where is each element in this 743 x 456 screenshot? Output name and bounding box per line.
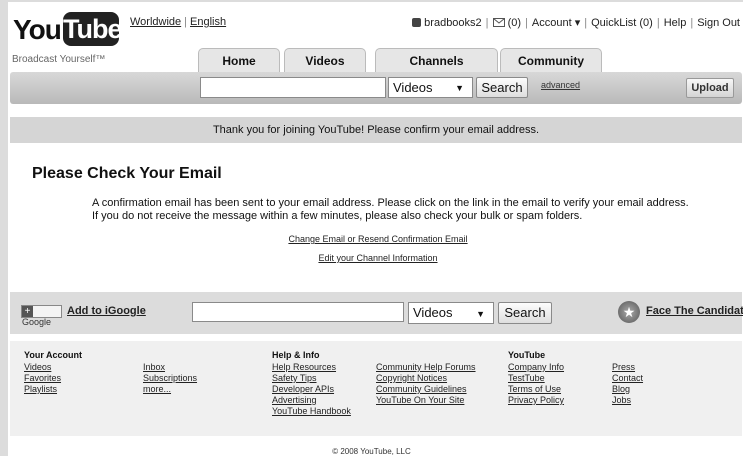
edit-channel-link-text[interactable]: Edit your Channel Information xyxy=(318,253,437,263)
footer-link-community-help-forums[interactable]: Community Help Forums xyxy=(376,362,476,373)
tab-channels[interactable]: Channels xyxy=(375,48,498,72)
resend-link-text[interactable]: Change Email or Resend Confirmation Emai… xyxy=(288,234,467,244)
search-bar: Videos ▼ Search advanced Upload xyxy=(10,72,742,104)
footer-link-favorites[interactable]: Favorites xyxy=(24,373,61,384)
bottom-search-input[interactable] xyxy=(192,302,404,322)
region-link[interactable]: Worldwide xyxy=(130,16,181,28)
footer-link-youtube-on-your-site[interactable]: YouTube On Your Site xyxy=(376,395,476,406)
footer-link-terms-of-use[interactable]: Terms of Use xyxy=(508,384,564,395)
quicklist-link[interactable]: QuickList (0) xyxy=(591,17,653,29)
mail-icon[interactable] xyxy=(492,18,505,27)
language-link[interactable]: English xyxy=(190,16,226,28)
youtube-logo[interactable]: You Tube Broadcast Yourself™ xyxy=(9,10,129,70)
footer-link-advertising[interactable]: Advertising xyxy=(272,395,351,406)
footer-help-col1: Help Resources Safety Tips Developer API… xyxy=(272,362,351,417)
footer-link-subscriptions[interactable]: Subscriptions xyxy=(143,373,197,384)
tab-community[interactable]: Community xyxy=(500,48,602,72)
resend-confirmation-link: Change Email or Resend Confirmation Emai… xyxy=(8,234,743,244)
search-scope-value: Videos xyxy=(393,80,433,95)
sign-out-link[interactable]: Sign Out xyxy=(697,17,740,29)
search-scope-select[interactable]: Videos ▼ xyxy=(388,77,473,98)
footer-link-press[interactable]: Press xyxy=(612,362,643,373)
bottom-search-scope-select[interactable]: Videos ▼ xyxy=(408,302,494,324)
footer-link-testtube[interactable]: TestTube xyxy=(508,373,564,384)
edit-channel-link: Edit your Channel Information xyxy=(8,253,743,263)
logo-tube-text: Tube xyxy=(63,12,123,46)
search-button[interactable]: Search xyxy=(476,77,528,98)
page-title: Please Check Your Email xyxy=(32,165,222,182)
footer-link-more[interactable]: more... xyxy=(143,384,197,395)
footer-link-jobs[interactable]: Jobs xyxy=(612,395,643,406)
chevron-down-icon: ▼ xyxy=(455,83,464,93)
footer-link-contact[interactable]: Contact xyxy=(612,373,643,384)
copyright-text: © 2008 YouTube, LLC xyxy=(332,447,411,456)
utility-links: bradbooks2 | (0) | Account ▾ | QuickList (0) |… xyxy=(412,16,740,29)
confirmation-notice: Thank you for joining YouTube! Please co… xyxy=(10,117,742,143)
footer-link-company-info[interactable]: Company Info xyxy=(508,362,564,373)
google-badge-text: Google xyxy=(22,317,52,327)
bottom-bar: +Google Add to iGoogle Videos ▼ Search ★ … xyxy=(10,292,743,334)
plus-icon: + xyxy=(22,306,33,317)
bottom-search-button[interactable]: Search xyxy=(498,302,552,324)
logo-you-text: You xyxy=(13,14,62,45)
footer-link-privacy-policy[interactable]: Privacy Policy xyxy=(508,395,564,406)
footer-account-col1: Videos Favorites Playlists xyxy=(24,362,61,395)
footer-link-developer-apis[interactable]: Developer APIs xyxy=(272,384,351,395)
username-link[interactable]: bradbooks2 xyxy=(424,17,482,29)
footer-heading-help-info: Help & Info xyxy=(272,350,320,360)
footer-link-community-guidelines[interactable]: Community Guidelines xyxy=(376,384,476,395)
face-the-candidates-link[interactable]: Face The Candidates xyxy=(646,305,743,317)
user-icon xyxy=(412,18,422,27)
google-badge[interactable]: +Google xyxy=(21,305,62,327)
tab-home[interactable]: Home xyxy=(198,48,280,72)
footer-youtube-col1: Company Info TestTube Terms of Use Priva… xyxy=(508,362,564,406)
logo-tagline: Broadcast Yourself™ xyxy=(12,54,106,65)
footer-link-copyright-notices[interactable]: Copyright Notices xyxy=(376,373,476,384)
upload-button[interactable]: Upload xyxy=(686,78,734,98)
footer-link-inbox[interactable]: Inbox xyxy=(143,362,197,373)
footer-heading-youtube: YouTube xyxy=(508,350,546,360)
chevron-down-icon: ▼ xyxy=(476,309,485,319)
tab-videos[interactable]: Videos xyxy=(284,48,366,72)
footer-link-youtube-handbook[interactable]: YouTube Handbook xyxy=(272,406,351,417)
footer-link-safety-tips[interactable]: Safety Tips xyxy=(272,373,351,384)
page: You Tube Broadcast Yourself™ Worldwide | E… xyxy=(8,2,743,456)
confirmation-message: A confirmation email has been sent to yo… xyxy=(92,197,689,222)
footer-link-help-resources[interactable]: Help Resources xyxy=(272,362,351,373)
footer-help-col2: Community Help Forums Copyright Notices … xyxy=(376,362,476,406)
account-menu[interactable]: Account ▾ xyxy=(532,17,580,29)
star-icon[interactable]: ★ xyxy=(618,301,640,323)
inbox-count[interactable]: (0) xyxy=(508,17,521,29)
footer: Your Account Videos Favorites Playlists … xyxy=(10,341,742,436)
footer-link-videos[interactable]: Videos xyxy=(24,362,61,373)
add-to-igoogle-link[interactable]: Add to iGoogle xyxy=(67,305,146,317)
footer-account-col2: Inbox Subscriptions more... xyxy=(143,362,197,395)
footer-heading-your-account: Your Account xyxy=(24,350,82,360)
footer-link-playlists[interactable]: Playlists xyxy=(24,384,61,395)
bottom-scope-value: Videos xyxy=(413,305,453,320)
footer-link-blog[interactable]: Blog xyxy=(612,384,643,395)
footer-youtube-col2: Press Contact Blog Jobs xyxy=(612,362,643,406)
search-input[interactable] xyxy=(200,77,386,98)
language-links: Worldwide | English xyxy=(130,16,227,28)
help-link[interactable]: Help xyxy=(664,17,687,29)
advanced-search-link[interactable]: advanced xyxy=(541,80,580,90)
